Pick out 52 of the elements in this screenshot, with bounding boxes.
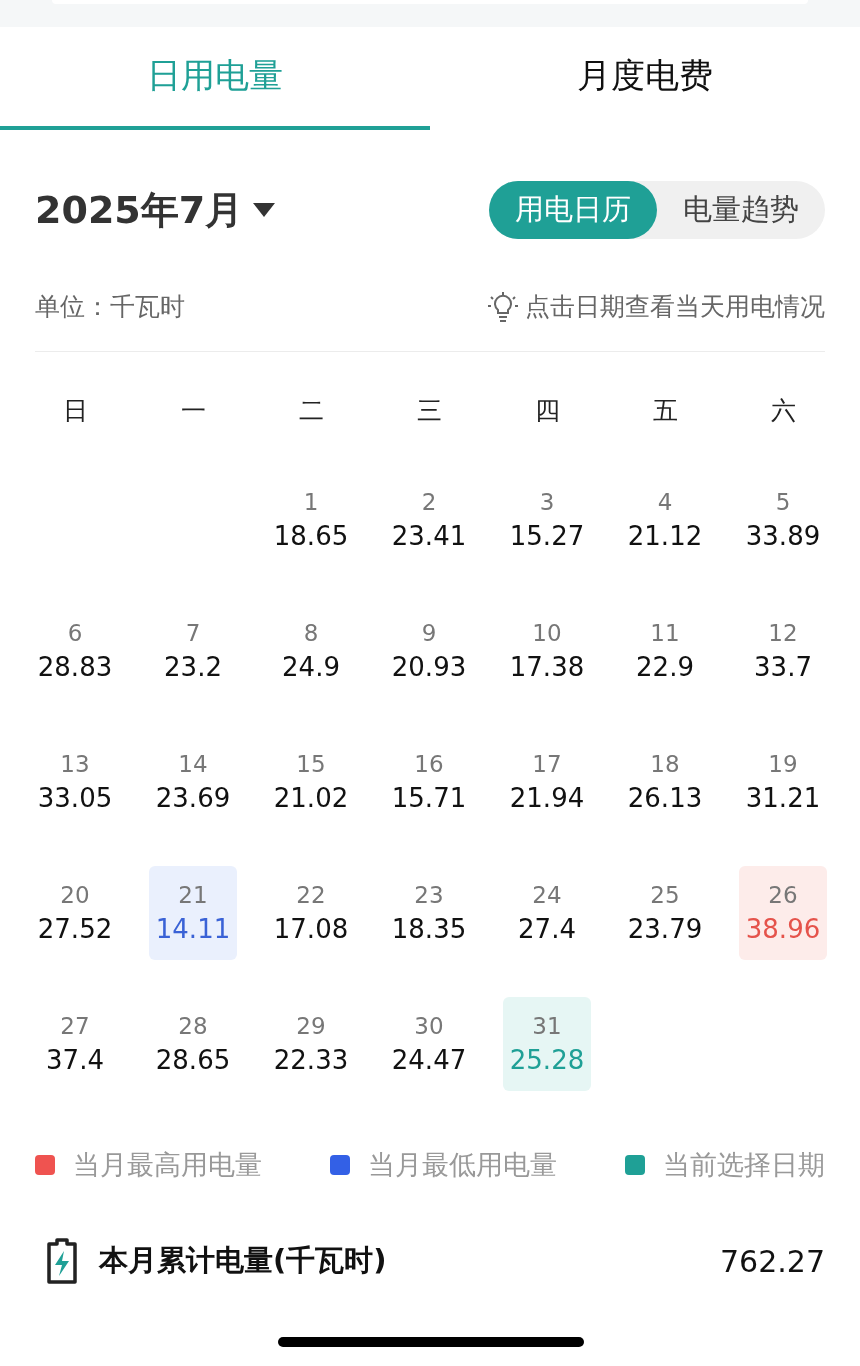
lightbulb-icon	[487, 290, 519, 323]
calendar-day[interactable]: 30 24.47	[385, 996, 473, 1091]
calendar-day[interactable]: 15 21.02	[267, 734, 355, 829]
legend-label: 当前选择日期	[663, 1148, 825, 1182]
weekday-label: 日	[61, 395, 89, 427]
calendar-day[interactable]: 17 21.94	[503, 734, 591, 829]
calendar-day[interactable]: 10 17.38	[503, 603, 591, 698]
month-picker[interactable]: 2025年7月	[35, 184, 276, 236]
calendar-day[interactable]: 28 28.65	[149, 996, 237, 1091]
unit-label: 单位：千瓦时	[35, 291, 185, 323]
summary-label: 本月累计电量(千瓦时)	[99, 1242, 387, 1279]
calendar-day[interactable]: 25 23.79	[621, 865, 709, 960]
home-indicator[interactable]	[278, 1337, 584, 1347]
calendar-day[interactable]: 14 23.69	[149, 734, 237, 829]
calendar-day[interactable]: 24 27.4	[503, 865, 591, 960]
calendar-day[interactable]: 7 23.2	[149, 603, 237, 698]
calendar-day[interactable]: 20 27.52	[31, 865, 119, 960]
weekday-label: 三	[415, 395, 443, 427]
legend-label: 当月最低用电量	[368, 1148, 557, 1182]
calendar-day[interactable]: 27 37.4	[31, 996, 119, 1091]
weekday-label: 四	[533, 395, 561, 427]
weekday-label: 二	[297, 395, 325, 427]
calendar-day[interactable]: 9 20.93	[385, 603, 473, 698]
calendar-day[interactable]: 29 22.33	[267, 996, 355, 1091]
calendar-day[interactable]: 3 15.27	[503, 472, 591, 567]
summary-value: 762.27	[720, 1243, 825, 1279]
calendar-day[interactable]: 13 33.05	[31, 734, 119, 829]
calendar-day[interactable]: 1 18.65	[267, 472, 355, 567]
calendar-day[interactable]: 8 24.9	[267, 603, 355, 698]
calendar-day[interactable]: 6 28.83	[31, 603, 119, 698]
calendar-day[interactable]: 11 22.9	[621, 603, 709, 698]
calendar-day[interactable]: 18 26.13	[621, 734, 709, 829]
calendar-day[interactable]: 26 38.96	[739, 865, 827, 960]
calendar-day[interactable]: 21 14.11	[149, 865, 237, 960]
dropdown-caret-icon	[253, 203, 276, 217]
weekday-label: 一	[179, 395, 207, 427]
calendar-day[interactable]: 2 23.41	[385, 472, 473, 567]
tab[interactable]: 月度电费	[430, 27, 860, 130]
calendar-day[interactable]: 23 18.35	[385, 865, 473, 960]
calendar-day[interactable]: 16 15.71	[385, 734, 473, 829]
weekday-label: 五	[651, 395, 679, 427]
calendar-day[interactable]: 31 25.28	[503, 996, 591, 1091]
calendar-day[interactable]: 12 33.7	[739, 603, 827, 698]
calendar-day[interactable]: 4 21.12	[621, 472, 709, 567]
view-toggle-option[interactable]: 电量趋势	[657, 181, 825, 239]
legend-label: 当月最高用电量	[73, 1148, 262, 1182]
calendar-day[interactable]: 22 17.08	[267, 865, 355, 960]
weekday-label: 六	[769, 395, 797, 427]
hint-text: 点击日期查看当天用电情况	[525, 291, 825, 323]
calendar-day[interactable]: 5 33.89	[739, 472, 827, 567]
battery-bolt-icon	[45, 1238, 79, 1284]
calendar-day[interactable]: 19 31.21	[739, 734, 827, 829]
